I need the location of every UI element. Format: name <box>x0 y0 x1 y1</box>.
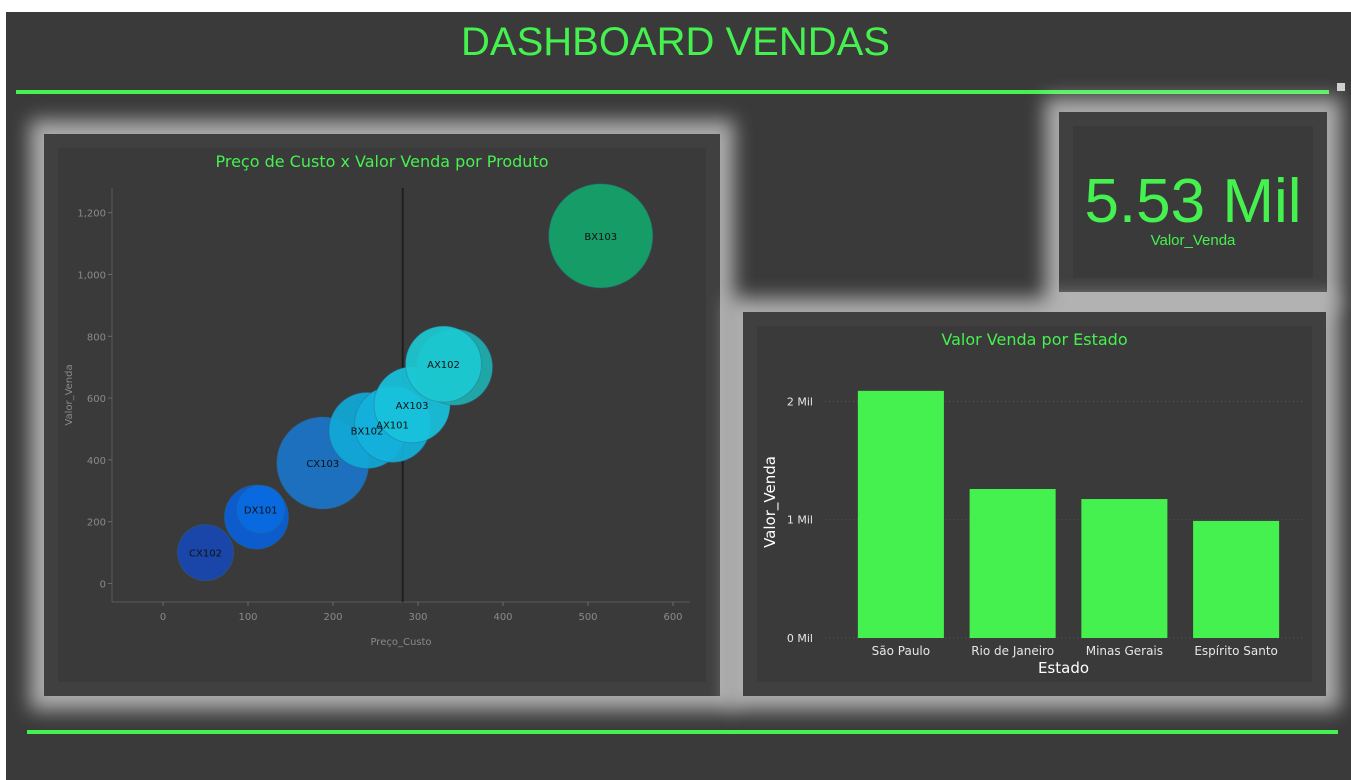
resize-handle[interactable] <box>1337 83 1345 91</box>
bubble-label: AX101 <box>376 420 409 431</box>
scatter-chart[interactable]: 0 200 400 600 800 1,000 1,200 0 100 200 300 400 500 6… <box>58 148 706 682</box>
x-tick-label: 100 <box>238 612 257 623</box>
y-tick-label: 600 <box>87 394 106 405</box>
kpi-label: Valor_Venda <box>1150 232 1236 249</box>
y-tick-label: 0 <box>100 579 106 590</box>
x-tick-label: Minas Gerais <box>1086 644 1163 658</box>
kpi-card[interactable]: 5.53 Mil Valor_Venda <box>1073 126 1313 278</box>
y-axis-title: Valor_Venda <box>761 456 780 548</box>
top-divider <box>16 90 1329 94</box>
left-border <box>0 0 6 780</box>
bubble-label: AX102 <box>427 360 460 371</box>
x-tick-label: São Paulo <box>872 644 930 658</box>
bubble-label: BX103 <box>584 232 617 243</box>
bar <box>1193 520 1280 638</box>
y-tick-label: 800 <box>87 332 106 343</box>
bubble-label: DX101 <box>244 505 278 516</box>
bubble-label: CX103 <box>306 459 339 470</box>
x-tick-label: 500 <box>578 612 597 623</box>
bar <box>857 390 944 638</box>
y-tick-label: 400 <box>87 456 106 467</box>
x-tick-label: 200 <box>323 612 342 623</box>
bubble-label: CX102 <box>189 549 222 560</box>
y-tick-label: 2 Mil <box>787 395 813 408</box>
x-axis-title: Preço_Custo <box>370 637 431 648</box>
y-tick-label: 0 Mil <box>787 632 813 645</box>
x-tick-label: Rio de Janeiro <box>971 644 1054 658</box>
y-tick-label: 1,200 <box>77 209 106 220</box>
bubble-label: AX103 <box>396 401 429 412</box>
x-axis-title: Estado <box>1038 659 1089 677</box>
bar-chart[interactable]: 0 Mil 1 Mil 2 Mil São Paulo Rio de Janeiro Mi… <box>757 326 1312 682</box>
x-tick-label: 400 <box>493 612 512 623</box>
kpi-value: 5.53 Mil <box>1084 167 1302 236</box>
x-tick-label: Espírito Santo <box>1194 644 1278 658</box>
scatter-visual[interactable]: Preço de Custo x Valor Venda por Produto… <box>58 148 706 682</box>
bar <box>1081 499 1168 638</box>
x-tick-label: 300 <box>408 612 427 623</box>
x-tick-label: 0 <box>160 612 166 623</box>
top-border <box>0 0 1351 12</box>
dashboard-title: DASHBOARD VENDAS <box>461 20 890 64</box>
bar-visual[interactable]: Valor Venda por Estado 0 Mil 1 Mil 2 Mil Sã… <box>757 326 1312 682</box>
y-axis-title: Valor_Venda <box>64 364 75 425</box>
bottom-divider <box>27 730 1338 734</box>
y-tick-label: 1,000 <box>77 271 106 282</box>
y-tick-label: 200 <box>87 518 106 529</box>
x-tick-label: 600 <box>663 612 682 623</box>
y-tick-label: 1 Mil <box>787 514 813 527</box>
bar <box>969 488 1056 638</box>
